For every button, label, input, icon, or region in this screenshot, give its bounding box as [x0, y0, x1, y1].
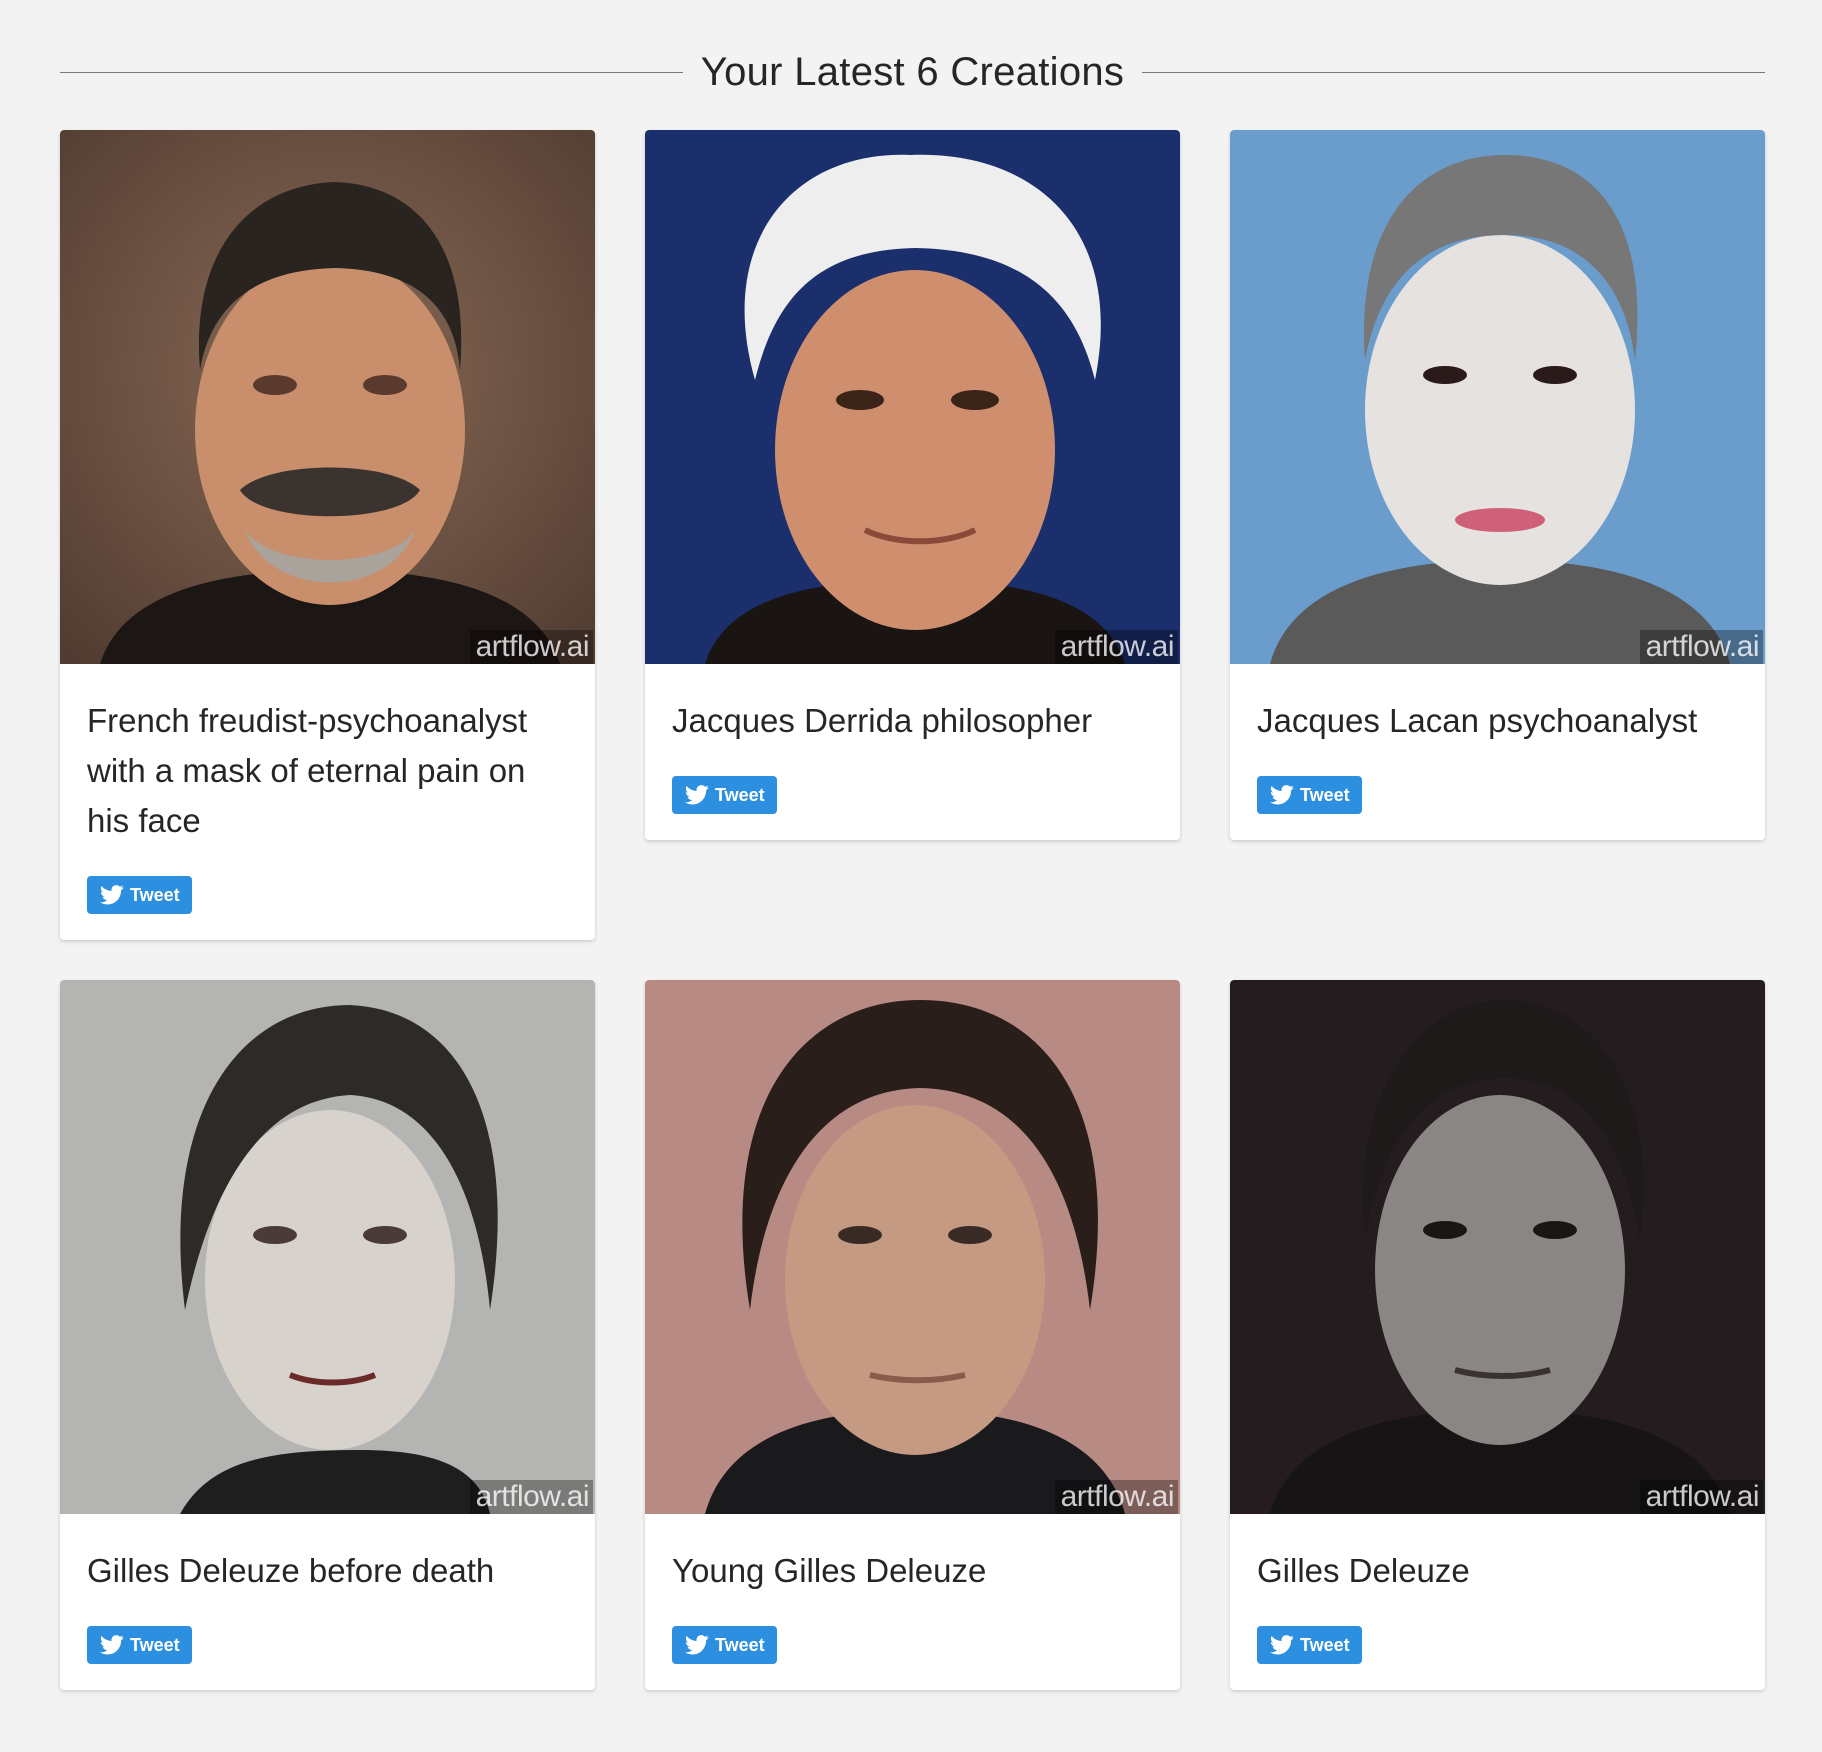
- heading-divider-right: [1142, 71, 1765, 73]
- twitter-bird-icon: [1270, 785, 1294, 805]
- tweet-button[interactable]: Tweet: [672, 776, 777, 814]
- tweet-label: Tweet: [130, 884, 180, 905]
- artflow-watermark: artflow.ai: [1054, 630, 1178, 664]
- creation-title: Gilles Deleuze before death: [87, 1552, 495, 1589]
- tweet-label: Tweet: [130, 1634, 180, 1655]
- creation-card: artflow.ai French freudist-psychoanalyst…: [60, 130, 595, 940]
- card-body: Young Gilles Deleuze Tweet: [645, 1514, 1180, 1690]
- tweet-button[interactable]: Tweet: [87, 1626, 192, 1664]
- creation-title: Young Gilles Deleuze: [672, 1552, 987, 1589]
- tweet-button[interactable]: Tweet: [1257, 1626, 1362, 1664]
- tweet-label: Tweet: [1300, 784, 1350, 805]
- creation-card: artflow.ai Young Gilles Deleuze Tweet: [645, 980, 1180, 1690]
- card-body: Jacques Derrida philosopher Tweet: [645, 664, 1180, 840]
- creation-title: Gilles Deleuze: [1257, 1552, 1470, 1589]
- section-title: Your Latest 6 Creations: [700, 49, 1125, 94]
- tweet-button[interactable]: Tweet: [1257, 776, 1362, 814]
- tweet-label: Tweet: [1300, 1634, 1350, 1655]
- tweet-label: Tweet: [715, 1634, 765, 1655]
- creation-title: French freudist-psychoanalyst with a mas…: [87, 702, 528, 839]
- card-body: Jacques Lacan psychoanalyst Tweet: [1230, 664, 1765, 840]
- creation-image[interactable]: artflow.ai: [60, 980, 595, 1514]
- creation-image[interactable]: artflow.ai: [1230, 980, 1765, 1514]
- twitter-bird-icon: [1270, 1635, 1294, 1655]
- card-body: French freudist-psychoanalyst with a mas…: [60, 664, 595, 940]
- tweet-label: Tweet: [715, 784, 765, 805]
- artflow-watermark: artflow.ai: [1639, 630, 1763, 664]
- artflow-watermark: artflow.ai: [1054, 1480, 1178, 1514]
- creation-image[interactable]: artflow.ai: [60, 130, 595, 664]
- creation-image[interactable]: artflow.ai: [645, 130, 1180, 664]
- creation-image[interactable]: artflow.ai: [645, 980, 1180, 1514]
- creation-card: artflow.ai Gilles Deleuze Tweet: [1230, 980, 1765, 1690]
- twitter-bird-icon: [685, 785, 709, 805]
- card-body: Gilles Deleuze before death Tweet: [60, 1514, 595, 1690]
- creation-title: Jacques Derrida philosopher: [672, 702, 1093, 739]
- section-heading: Your Latest 6 Creations: [60, 44, 1765, 100]
- twitter-bird-icon: [100, 1635, 124, 1655]
- creation-card: artflow.ai Gilles Deleuze before death T…: [60, 980, 595, 1690]
- tweet-button[interactable]: Tweet: [87, 876, 192, 914]
- card-body: Gilles Deleuze Tweet: [1230, 1514, 1765, 1690]
- artflow-watermark: artflow.ai: [1639, 1480, 1763, 1514]
- artflow-watermark: artflow.ai: [469, 1480, 593, 1514]
- page: Your Latest 6 Creations artflow.ai Frenc…: [0, 0, 1822, 1752]
- creation-image[interactable]: artflow.ai: [1230, 130, 1765, 664]
- creation-card: artflow.ai Jacques Derrida philosopher T…: [645, 130, 1180, 840]
- creations-grid: artflow.ai French freudist-psychoanalyst…: [60, 130, 1765, 1690]
- tweet-button[interactable]: Tweet: [672, 1626, 777, 1664]
- creation-title: Jacques Lacan psychoanalyst: [1257, 702, 1698, 739]
- twitter-bird-icon: [100, 885, 124, 905]
- creation-card: artflow.ai Jacques Lacan psychoanalyst T…: [1230, 130, 1765, 840]
- heading-divider-left: [60, 71, 683, 73]
- artflow-watermark: artflow.ai: [469, 630, 593, 664]
- twitter-bird-icon: [685, 1635, 709, 1655]
